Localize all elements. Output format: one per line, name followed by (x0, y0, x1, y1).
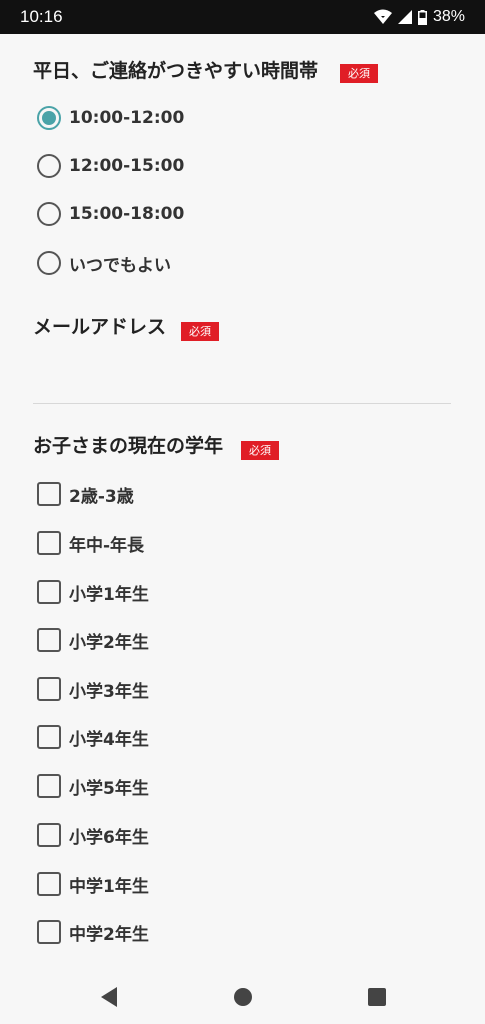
email-required-badge: 必須 (181, 322, 219, 341)
option-label: 小学6年生 (69, 827, 149, 848)
checkbox[interactable] (37, 823, 61, 847)
back-icon[interactable] (96, 984, 122, 1010)
option-label: 中学2年生 (69, 924, 149, 945)
checkbox[interactable] (37, 872, 61, 896)
contact-time-option-2[interactable]: 12:00-15:00 (37, 152, 184, 180)
grade-option-9[interactable]: 中学1年生 (37, 870, 149, 898)
option-label: いつでもよい (69, 255, 171, 276)
grade-option-10[interactable]: 中学2年生 (37, 918, 149, 946)
option-label: 小学1年生 (69, 584, 149, 605)
battery-percent: 38% (432, 8, 465, 25)
grade-option-4[interactable]: 小学2年生 (37, 626, 149, 654)
option-label: 小学5年生 (69, 778, 149, 799)
grade-option-7[interactable]: 小学5年生 (37, 772, 149, 800)
option-label: 2歳-3歳 (69, 486, 134, 507)
grade-option-1[interactable]: 2歳-3歳 (37, 480, 134, 508)
contact-time-required-badge: 必須 (340, 64, 378, 83)
recents-icon[interactable] (364, 984, 390, 1010)
radio-button-selected[interactable] (37, 106, 61, 130)
form-content[interactable]: 平日、ご連絡がつきやすい時間帯 必須 10:00-12:00 12:00-15:… (0, 34, 485, 970)
checkbox[interactable] (37, 677, 61, 701)
email-field[interactable] (33, 354, 451, 404)
checkbox[interactable] (37, 725, 61, 749)
checkbox[interactable] (37, 482, 61, 506)
navigation-bar (0, 970, 485, 1024)
option-label: 小学4年生 (69, 729, 149, 750)
radio-button[interactable] (37, 202, 61, 226)
grade-option-5[interactable]: 小学3年生 (37, 675, 149, 703)
radio-button[interactable] (37, 154, 61, 178)
checkbox[interactable] (37, 920, 61, 944)
contact-time-option-1[interactable]: 10:00-12:00 (37, 104, 184, 132)
battery-icon (417, 9, 427, 25)
option-label: 中学1年生 (69, 876, 149, 897)
option-label: 15:00-18:00 (69, 204, 185, 224)
option-label: 10:00-12:00 (69, 108, 185, 128)
grade-option-2[interactable]: 年中-年長 (37, 529, 144, 557)
radio-button[interactable] (37, 251, 61, 275)
checkbox[interactable] (37, 580, 61, 604)
email-title: メールアドレス (33, 316, 167, 338)
grade-option-3[interactable]: 小学1年生 (37, 578, 149, 606)
contact-time-option-3[interactable]: 15:00-18:00 (37, 200, 184, 228)
option-label: 小学2年生 (69, 632, 149, 653)
status-bar: 10:16 38% (0, 0, 485, 34)
checkbox[interactable] (37, 774, 61, 798)
grade-required-badge: 必須 (241, 441, 279, 460)
status-icons: 38% (373, 8, 465, 26)
contact-time-title: 平日、ご連絡がつきやすい時間帯 (33, 60, 319, 82)
option-label: 小学3年生 (69, 681, 149, 702)
grade-title: お子さまの現在の学年 (33, 435, 224, 457)
home-icon[interactable] (230, 984, 256, 1010)
contact-time-option-4[interactable]: いつでもよい (37, 249, 171, 277)
wifi-icon (373, 9, 392, 25)
checkbox[interactable] (37, 531, 61, 555)
option-label: 12:00-15:00 (69, 156, 185, 176)
status-time: 10:16 (20, 7, 63, 26)
signal-icon (397, 10, 412, 24)
checkbox[interactable] (37, 628, 61, 652)
grade-option-6[interactable]: 小学4年生 (37, 723, 149, 751)
option-label: 年中-年長 (69, 535, 145, 556)
grade-option-8[interactable]: 小学6年生 (37, 821, 149, 849)
